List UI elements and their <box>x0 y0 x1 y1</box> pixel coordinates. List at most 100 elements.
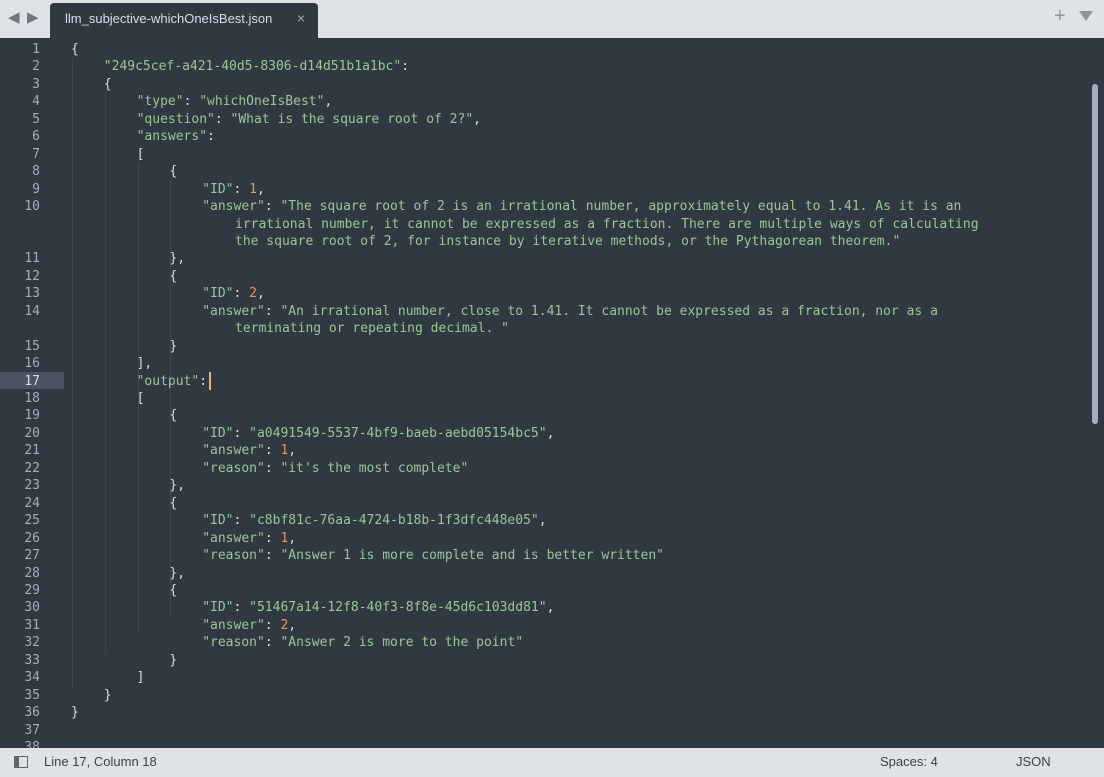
line-number: 17 <box>24 373 40 389</box>
string-token: "answer" <box>202 303 265 319</box>
indent-guide <box>104 93 106 652</box>
code-line: "answer": 1, <box>202 530 296 547</box>
punctuation-token: { <box>169 582 178 598</box>
punctuation-token: : <box>183 94 200 110</box>
punctuation-token: , <box>546 425 555 441</box>
line-number: 36 <box>24 705 40 721</box>
code-line: { <box>71 41 79 58</box>
line-number: 18 <box>24 391 40 406</box>
line-number: 13 <box>24 286 40 302</box>
indent-guide <box>170 180 172 617</box>
text-cursor <box>209 372 211 390</box>
punctuation-token: , <box>288 530 297 546</box>
nav-back-icon[interactable]: ◀ <box>8 10 20 26</box>
indentation-setting[interactable]: Spaces: 4 <box>880 754 938 769</box>
punctuation-token: : <box>264 303 281 319</box>
punctuation-token: : <box>264 530 281 546</box>
new-tab-icon[interactable]: + <box>1054 6 1066 26</box>
line-number: 5 <box>32 111 40 127</box>
line-number: 9 <box>32 181 40 197</box>
string-token: "ID" <box>202 425 234 441</box>
panel-toggle-icon[interactable] <box>14 756 28 768</box>
string-token: "249c5cef-a421-40d5-8306-d14d51b1a1bc" <box>103 59 402 75</box>
code-line: "reason": "it's the most complete" <box>202 460 468 477</box>
code-line: "type": "whichOneIsBest", <box>137 93 333 110</box>
punctuation-token: , <box>256 286 265 302</box>
code-line: "ID": 1, <box>202 181 265 198</box>
code-line: [ <box>137 146 145 163</box>
tab-file[interactable]: llm_subjective-whichOneIsBest.json × <box>50 3 318 38</box>
string-token: "reason" <box>202 635 265 651</box>
cursor-position[interactable]: Line 17, Column 18 <box>44 754 157 769</box>
punctuation-token: : <box>264 443 281 459</box>
code-line: }, <box>169 565 185 582</box>
syntax-mode[interactable]: JSON <box>1016 754 1051 769</box>
string-token: "answer" <box>202 199 265 215</box>
line-number: 23 <box>24 478 40 494</box>
code-line: { <box>104 76 112 93</box>
string-token: "answer" <box>202 443 265 459</box>
code-line: "ID": 2, <box>202 285 265 302</box>
punctuation-token: ], <box>136 356 153 372</box>
punctuation-token: { <box>169 495 178 511</box>
string-token: "Answer 1 is more complete and is better… <box>280 548 664 564</box>
string-token: "ID" <box>202 181 234 197</box>
string-token: "Answer 2 is more to the point" <box>280 635 524 651</box>
string-token: irrational number, it cannot be expresse… <box>235 216 979 232</box>
code-line: "reason": "Answer 1 is more complete and… <box>202 547 664 564</box>
code-line: { <box>169 495 177 512</box>
line-number: 32 <box>24 635 40 651</box>
punctuation-token: : <box>264 635 281 651</box>
line-number: 1 <box>32 42 40 57</box>
line-number: 28 <box>24 565 40 581</box>
punctuation-token: , <box>473 111 481 127</box>
string-token: "The square root of 2 is an irrational n… <box>280 199 962 215</box>
line-number: 38 <box>24 740 40 748</box>
vertical-scrollbar[interactable] <box>1092 84 1098 424</box>
close-icon[interactable]: × <box>297 10 305 26</box>
punctuation-token: , <box>324 94 333 110</box>
string-token: "c8bf81c-76aa-4724-b18b-1f3dfc448e05" <box>249 513 539 529</box>
code-line: } <box>71 704 79 721</box>
code-line: }, <box>169 250 185 267</box>
code-line: }, <box>169 477 185 494</box>
code-line: { <box>169 582 177 599</box>
punctuation-token: }, <box>169 251 186 267</box>
punctuation-token: ] <box>136 670 145 686</box>
code-line: } <box>104 687 112 704</box>
string-token: "51467a14-12f8-40f3-8f8e-45d6c103dd81" <box>249 600 547 616</box>
punctuation-token: } <box>169 652 178 668</box>
punctuation-token: }, <box>169 478 186 494</box>
number-token: 2 <box>249 286 257 302</box>
code-line: } <box>169 652 177 669</box>
line-number: 14 <box>24 303 40 319</box>
punctuation-token: [ <box>136 391 145 406</box>
code-line: "answer": "The square root of 2 is an ir… <box>202 198 961 215</box>
punctuation-token: : <box>233 286 250 302</box>
code-line: "ID": "a0491549-5537-4bf9-baeb-aebd05154… <box>202 425 554 442</box>
punctuation-token: : <box>199 373 208 389</box>
line-number: 37 <box>24 722 40 738</box>
line-number: 19 <box>24 408 40 424</box>
line-number: 4 <box>32 94 40 110</box>
chevron-down-icon[interactable] <box>1079 11 1093 21</box>
string-token: the square root of 2, for instance by it… <box>235 233 901 249</box>
code-line: "reason": "Answer 2 is more to the point… <box>202 634 523 651</box>
string-token: "question" <box>136 111 215 127</box>
line-number: 15 <box>24 338 40 354</box>
punctuation-token: : <box>233 600 250 616</box>
tab-title[interactable]: llm_subjective-whichOneIsBest.json <box>65 11 272 26</box>
punctuation-token: : <box>233 513 250 529</box>
line-number: 34 <box>24 670 40 686</box>
code-line: { <box>169 163 177 180</box>
punctuation-token: }, <box>169 565 186 581</box>
code-line: ] <box>137 669 145 686</box>
string-token: "output" <box>136 373 200 389</box>
string-token: "ID" <box>202 513 234 529</box>
code-editor[interactable]: 1 {2 "249c5cef-a421-40d5-8306-d14d51b1a1bc… <box>0 38 1104 748</box>
line-number: 11 <box>24 251 40 267</box>
string-token: "answer" <box>202 530 265 546</box>
code-line: "ID": "51467a14-12f8-40f3-8f8e-45d6c103d… <box>202 599 554 616</box>
nav-forward-icon[interactable]: ▶ <box>27 10 39 26</box>
string-token: terminating or repeating decimal. " <box>235 321 509 337</box>
